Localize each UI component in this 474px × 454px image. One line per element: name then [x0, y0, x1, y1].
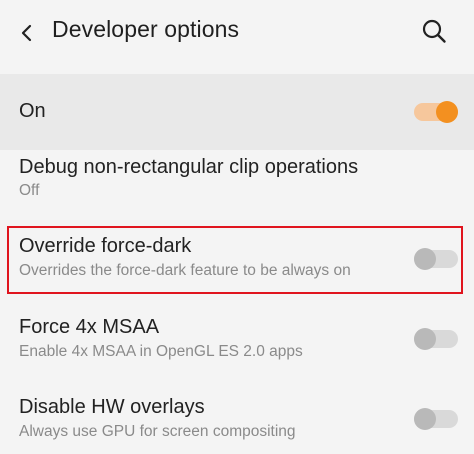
setting-subtitle: Off — [19, 182, 40, 199]
setting-force-4x-msaa[interactable]: Force 4x MSAA Enable 4x MSAA in OpenGL E… — [0, 308, 474, 374]
setting-title: Disable HW overlays — [19, 396, 205, 418]
app-bar: Developer options — [0, 0, 474, 72]
page-title: Developer options — [52, 16, 240, 42]
toggle-thumb — [414, 328, 436, 350]
master-toggle[interactable] — [414, 99, 458, 125]
setting-title: Debug non-rectangular clip operations — [19, 156, 359, 178]
back-button[interactable] — [12, 18, 42, 48]
toggle-thumb — [414, 408, 436, 430]
master-switch-label: On — [19, 100, 46, 122]
setting-subtitle: Always use GPU for screen compositing — [19, 423, 296, 440]
setting-debug-clip-operations[interactable]: Debug non-rectangular clip operations Of… — [0, 150, 474, 220]
search-icon — [422, 19, 446, 43]
setting-disable-hw-overlays[interactable]: Disable HW overlays Always use GPU for s… — [0, 388, 474, 454]
highlight-box — [7, 226, 463, 294]
disable-hw-overlays-toggle[interactable] — [414, 406, 458, 432]
developer-options-screen: Developer options On Debug non-rectangul… — [0, 0, 474, 454]
force-4x-msaa-toggle[interactable] — [414, 326, 458, 352]
chevron-left-icon — [21, 24, 32, 42]
developer-options-master-switch-row[interactable]: On — [0, 74, 474, 150]
toggle-thumb — [436, 101, 458, 123]
setting-subtitle: Enable 4x MSAA in OpenGL ES 2.0 apps — [19, 343, 303, 360]
setting-title: Force 4x MSAA — [19, 316, 160, 338]
search-button[interactable] — [418, 15, 450, 47]
